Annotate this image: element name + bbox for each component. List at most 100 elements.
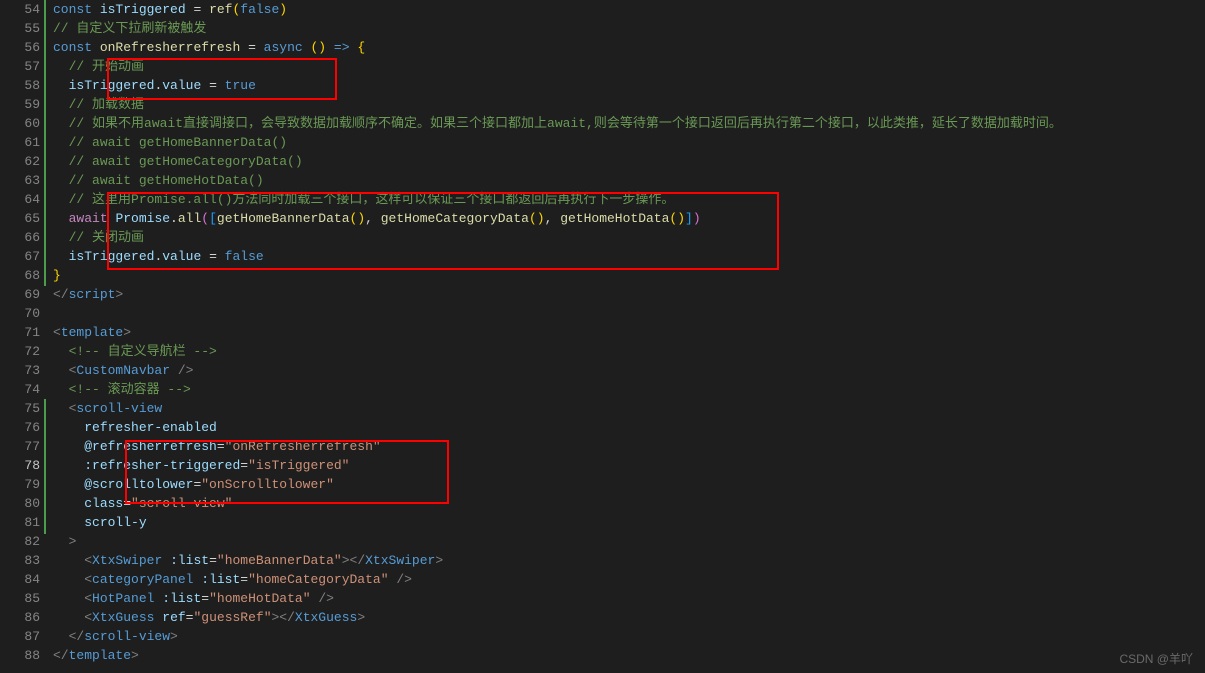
token-br-yellow: { [357,40,365,55]
token-br-yellow: } [53,268,61,283]
token-com: // 加载数据 [69,97,144,112]
line-number: 58 [0,76,40,95]
code-line[interactable]: // 开始动画 [53,57,1205,76]
token-punc: = [201,78,224,93]
line-number: 63 [0,171,40,190]
code-line[interactable]: </script> [53,285,1205,304]
token-br-yellow: ) [279,2,287,17]
token-punc [326,40,334,55]
token-punc: . [170,211,178,226]
modification-indicator [44,399,46,534]
token-var: isTriggered [69,249,155,264]
code-line[interactable]: :refresher-triggered="isTriggered" [53,456,1205,475]
code-line[interactable]: const isTriggered = ref(false) [53,0,1205,19]
code-line[interactable]: await Promise.all([getHomeBannerData(), … [53,209,1205,228]
code-line[interactable]: // await getHomeCategoryData() [53,152,1205,171]
token-punc-br: < [84,610,92,625]
code-line[interactable]: // 关闭动画 [53,228,1205,247]
line-number: 79 [0,475,40,494]
token-punc-br: > [69,534,77,549]
code-line[interactable] [53,304,1205,323]
token-attr: :refresher-triggered [84,458,240,473]
code-line[interactable]: </template> [53,646,1205,665]
code-line[interactable]: </scroll-view> [53,627,1205,646]
code-line[interactable]: isTriggered.value = false [53,247,1205,266]
line-number: 81 [0,513,40,532]
code-line[interactable]: <!-- 滚动容器 --> [53,380,1205,399]
token-com: // 关闭动画 [69,230,144,245]
token-attr: class [84,496,123,511]
code-line[interactable]: // await getHomeHotData() [53,171,1205,190]
token-punc [303,40,311,55]
token-attr: :list [170,553,209,568]
line-number: 57 [0,57,40,76]
token-punc: = [217,439,225,454]
code-line[interactable]: <HotPanel :list="homeHotData" /> [53,589,1205,608]
token-str: "homeHotData" [209,591,310,606]
line-number: 80 [0,494,40,513]
token-attr: @scrolltolower [84,477,193,492]
code-line[interactable]: <!-- 自定义导航栏 --> [53,342,1205,361]
line-number: 82 [0,532,40,551]
token-punc-br: > [131,648,139,663]
code-line[interactable]: <template> [53,323,1205,342]
line-number: 64 [0,190,40,209]
code-line[interactable]: <XtxSwiper :list="homeBannerData"></XtxS… [53,551,1205,570]
token-punc: = [123,496,131,511]
token-br-purple: ( [201,211,209,226]
code-line[interactable]: // 自定义下拉刷新被触发 [53,19,1205,38]
code-line[interactable]: <scroll-view [53,399,1205,418]
token-fn: onRefresherrefresh [100,40,240,55]
code-line[interactable]: <CustomNavbar /> [53,361,1205,380]
code-line[interactable]: @scrolltolower="onScrolltolower" [53,475,1205,494]
token-kw: const [53,2,92,17]
token-com: // 这里用Promise.all()方法同时加载三个接口，这样可以保证三个接口… [69,192,675,207]
code-line[interactable]: <categoryPanel :list="homeCategoryData" … [53,570,1205,589]
token-str: "guessRef" [193,610,271,625]
token-br-blue: ] [685,211,693,226]
code-line[interactable]: @refresherrefresh="onRefresherrefresh" [53,437,1205,456]
token-tag: categoryPanel [92,572,193,587]
code-line[interactable]: // 加载数据 [53,95,1205,114]
token-punc-br: > [357,610,365,625]
token-com: // await getHomeCategoryData() [69,154,303,169]
token-punc-br: </ [69,629,85,644]
token-punc-br: > [115,287,123,302]
code-line[interactable]: // 如果不用await直接调接口，会导致数据加载顺序不确定。如果三个接口都加上… [53,114,1205,133]
code-line[interactable]: isTriggered.value = true [53,76,1205,95]
token-kw: => [334,40,350,55]
token-str: "onScrolltolower" [201,477,334,492]
token-punc: = [201,249,224,264]
token-com: // await getHomeBannerData() [69,135,287,150]
code-line[interactable]: // 这里用Promise.all()方法同时加载三个接口，这样可以保证三个接口… [53,190,1205,209]
token-var: Promise [115,211,170,226]
code-line[interactable]: scroll-y [53,513,1205,532]
line-number: 84 [0,570,40,589]
token-punc: = [240,572,248,587]
code-line[interactable]: // await getHomeBannerData() [53,133,1205,152]
code-line[interactable]: refresher-enabled [53,418,1205,437]
token-com: // 自定义下拉刷新被触发 [53,21,206,36]
token-tag: template [61,325,123,340]
token-punc: = [240,458,248,473]
csdn-watermark: CSDN @羊吖 [1119,650,1193,669]
code-line[interactable]: <XtxGuess ref="guessRef"></XtxGuess> [53,608,1205,627]
code-line[interactable]: const onRefresherrefresh = async () => { [53,38,1205,57]
code-line[interactable]: > [53,532,1205,551]
token-kw: true [225,78,256,93]
code-line[interactable]: } [53,266,1205,285]
token-kw: const [53,40,92,55]
line-number: 66 [0,228,40,247]
code-line[interactable]: class="scroll-view" [53,494,1205,513]
token-tag: template [69,648,131,663]
line-number: 83 [0,551,40,570]
token-tag: scroll-view [76,401,162,416]
token-str: "onRefresherrefresh" [225,439,381,454]
token-punc-br: /> [318,591,334,606]
token-fn: getHomeCategoryData [381,211,529,226]
code-content[interactable]: const isTriggered = ref(false) // 自定义下拉刷新… [47,0,1205,673]
code-editor[interactable]: 5455565758596061626364656667686970717273… [0,0,1205,673]
token-attr: ref [162,610,185,625]
token-punc: , [365,211,381,226]
line-number: 59 [0,95,40,114]
